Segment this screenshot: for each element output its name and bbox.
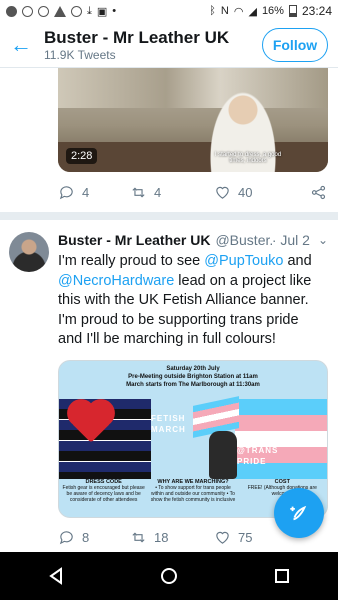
square-recents-icon [274, 569, 289, 583]
mention-puptouko[interactable]: @PupTouko [204, 253, 283, 269]
tweet-text-part: and [283, 253, 312, 269]
notification-icons: ⤓ ▣ • [6, 5, 116, 18]
banner-heading: Saturday 20th July Pre-Meeting outside B… [59, 361, 327, 399]
tweet-time: · Jul 2 [271, 232, 310, 248]
nav-recents-button[interactable] [267, 561, 297, 591]
wifi-icon: ◠ [233, 5, 244, 18]
why-marching: WHY ARE WE MARCHING? • To show support f… [148, 477, 237, 517]
reply-icon [59, 185, 73, 199]
why-text: • To show support for trans people withi… [150, 484, 236, 503]
reply-icon [59, 531, 73, 545]
banner-date: Saturday 20th July [166, 365, 220, 372]
reply-button[interactable]: 8 [58, 529, 130, 546]
status-bar: ⤓ ▣ • ᛒ N ◠ ◢ 16% 23:24 [0, 0, 338, 22]
clock-time: 23:24 [301, 4, 332, 18]
video-duration: 2:28 [66, 148, 98, 164]
trans-pride-text: @TRANS PRIDE [237, 445, 279, 466]
retweet-count: 18 [154, 530, 169, 545]
bluetooth-icon: ᛒ [209, 5, 216, 17]
like-count: 75 [238, 530, 253, 545]
messenger-icon [38, 5, 49, 17]
battery-percent: 16% [261, 5, 284, 17]
clock-icon [71, 5, 82, 17]
header-text: Buster - Mr Leather UK 11.9K Tweets [44, 28, 262, 62]
tweet-video[interactable]: 2:28 I started to dress, a good times, i… [58, 68, 328, 172]
app-notification-icon [6, 5, 17, 17]
retweet-button[interactable]: 4 [130, 184, 214, 201]
tweet-text: I'm really proud to see @PupTouko and @N… [58, 252, 328, 350]
mention-necrohardware[interactable]: @NecroHardware [58, 273, 174, 289]
like-count: 40 [238, 184, 253, 200]
dress-code: DRESS CODE Fetish gear is encouraged but… [59, 477, 148, 517]
download-icon: ⤓ [87, 4, 92, 17]
banner-premeeting: Pre-Meeting outside Brighton Station at … [128, 373, 258, 380]
video-caption: I started to dress, a good times, indoor… [214, 152, 282, 164]
trans-flag [235, 398, 327, 479]
circle-home-icon [160, 568, 177, 584]
nav-back-button[interactable] [41, 561, 71, 591]
nfc-icon: N [220, 5, 229, 17]
tweet-divider [0, 212, 338, 220]
profile-name: Buster - Mr Leather UK [44, 27, 230, 47]
retweet-icon [132, 186, 145, 198]
tweet-header: Buster - Mr Leather UK @Buster... · Jul … [58, 230, 328, 250]
tweet-text-part: I'm really proud to see [58, 253, 205, 269]
share-icon [311, 185, 326, 199]
sync-icon [22, 5, 33, 17]
retweet-icon [132, 532, 145, 543]
author-handle[interactable]: @Buster... [215, 232, 271, 248]
like-button[interactable]: 40 [214, 184, 310, 201]
battery-icon [288, 5, 297, 17]
retweet-button[interactable]: 18 [130, 529, 214, 546]
banner-march-start: March starts from The Marlborough at 11:… [126, 381, 260, 388]
marcher-figure [209, 430, 237, 479]
image-icon: ▣ [96, 5, 108, 18]
chevron-down-icon[interactable]: ⌄ [318, 233, 328, 247]
system-icons: ᛒ N ◠ ◢ 16% 23:24 [209, 4, 332, 18]
android-nav-bar [0, 552, 338, 600]
video-background [58, 68, 328, 108]
retweet-count: 4 [154, 184, 162, 200]
share-button[interactable] [310, 184, 327, 201]
tweet-1[interactable]: 2:28 I started to dress, a good times, i… [0, 68, 338, 212]
reply-button[interactable]: 4 [58, 184, 130, 201]
profile-header: ← Buster - Mr Leather UK 11.9K Tweets Fo… [0, 22, 338, 68]
tweet-1-actions: 4 4 40 [58, 172, 328, 212]
back-arrow-icon[interactable]: ← [10, 32, 44, 58]
reply-count: 8 [82, 530, 90, 545]
tweet-count: 11.9K Tweets [44, 47, 116, 62]
author-name[interactable]: Buster - Mr Leather UK [58, 232, 210, 248]
feather-plus-icon [290, 505, 307, 521]
nav-home-button[interactable] [154, 561, 184, 591]
triangle-back-icon [49, 567, 63, 585]
screen: ⤓ ▣ • ᛒ N ◠ ◢ 16% 23:24 ← Buster - Mr Le… [0, 0, 338, 600]
warning-icon [54, 5, 66, 17]
avatar[interactable] [9, 232, 49, 272]
fetish-march-text: FETISH MARCH [151, 413, 186, 434]
heart-icon [216, 531, 229, 544]
signal-icon: ◢ [248, 5, 257, 18]
compose-tweet-button[interactable] [274, 488, 324, 538]
dress-code-text: Fetish gear is encouraged but please be … [62, 484, 145, 503]
reply-count: 4 [82, 184, 90, 200]
more-notifications-icon: • [112, 5, 117, 17]
follow-button[interactable]: Follow [262, 27, 328, 62]
heart-icon [216, 186, 229, 199]
